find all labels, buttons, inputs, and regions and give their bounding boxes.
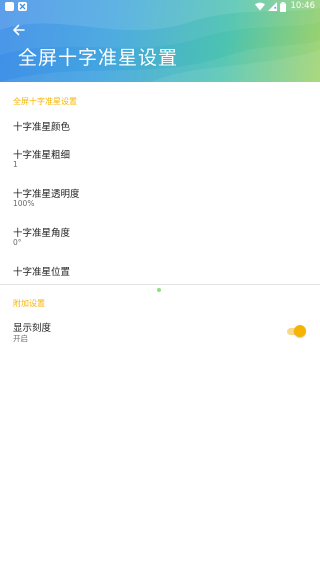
pref-title: 十字准星颜色 bbox=[13, 122, 71, 133]
app-bar: 10:46 全屏十字准星设置 bbox=[0, 0, 320, 82]
category-extra-settings: 附加设置 bbox=[13, 299, 45, 308]
toggle-thumb bbox=[294, 325, 306, 337]
back-arrow-icon[interactable] bbox=[10, 21, 28, 39]
pref-summary: 开启 bbox=[13, 334, 28, 343]
status-bar: 10:46 bbox=[0, 0, 320, 14]
pref-title: 十字准星位置 bbox=[13, 267, 71, 278]
pref-title: 十字准星透明度 bbox=[13, 189, 80, 200]
status-time: 10:46 bbox=[290, 1, 316, 11]
touch-indicator-dot bbox=[157, 288, 161, 292]
category-crosshair-settings: 全屏十字准星设置 bbox=[13, 97, 77, 106]
signal-icon bbox=[267, 2, 277, 11]
pref-summary: 100% bbox=[13, 199, 35, 208]
notification-close-icon bbox=[18, 2, 27, 11]
section-divider bbox=[0, 284, 320, 285]
pref-summary: 0° bbox=[13, 238, 22, 247]
wifi-icon bbox=[254, 2, 265, 11]
page-title: 全屏十字准星设置 bbox=[18, 47, 179, 69]
pref-title: 显示刻度 bbox=[13, 323, 52, 334]
pref-title: 十字准星角度 bbox=[13, 228, 71, 239]
pref-summary: 1 bbox=[13, 160, 18, 169]
show-scale-toggle[interactable] bbox=[287, 325, 306, 337]
pref-title: 十字准星粗细 bbox=[13, 150, 71, 161]
notification-icon bbox=[5, 2, 14, 11]
battery-icon bbox=[279, 1, 286, 12]
